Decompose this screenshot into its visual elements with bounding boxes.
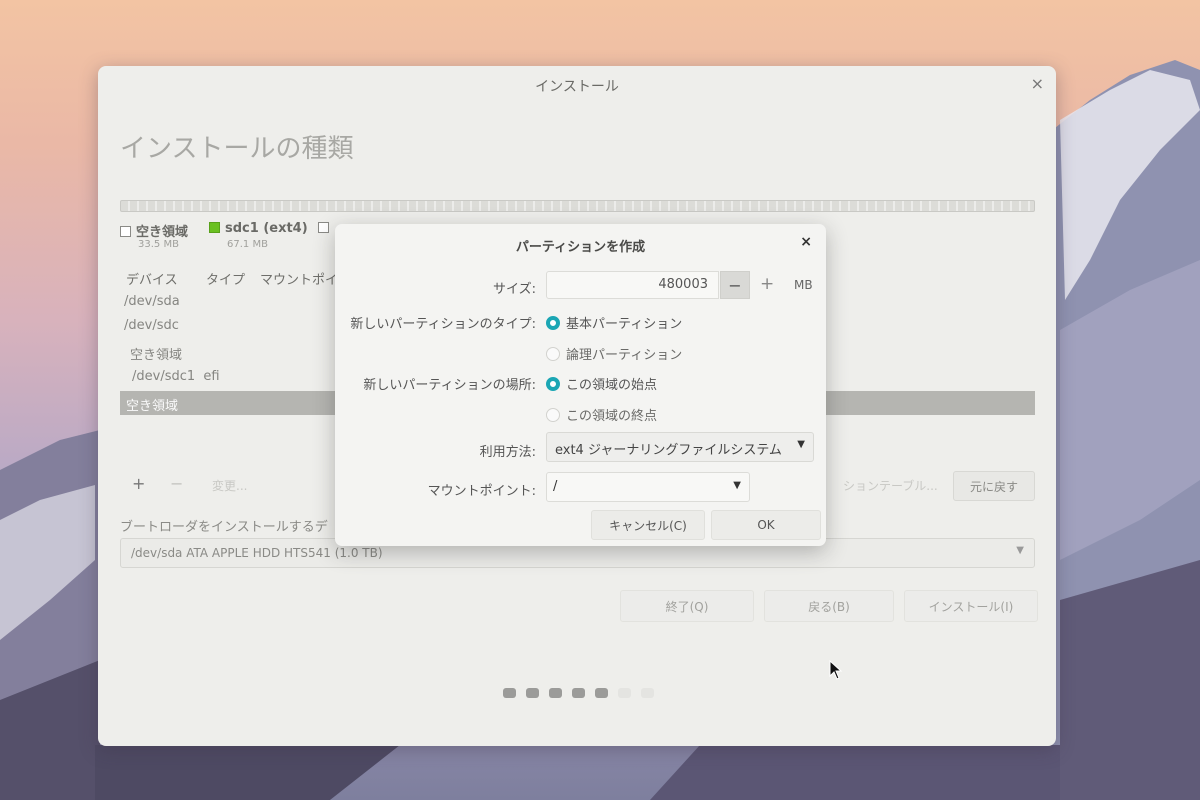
dialog-close-icon[interactable]: × [800,234,812,250]
legend-swatch-next [318,222,329,233]
partition-location-label: 新しいパーティションの場所: [363,378,536,393]
row-device: 空き領域 [126,399,179,414]
table-row-free[interactable]: 空き領域 [130,344,182,363]
radio-primary-partition[interactable]: 基本パーティション [546,313,682,332]
ok-button[interactable]: OK [711,510,821,540]
dialog-title: パーティションを作成 [515,240,646,255]
progress-dot [572,688,585,698]
use-as-select[interactable]: ext4 ジャーナリングファイルシステム ▼ [546,432,814,462]
revert-button[interactable]: 元に戻す [953,471,1035,501]
radio-unchecked-icon [546,347,560,361]
partition-type-label: 新しいパーティションのタイプ: [350,317,536,332]
install-button[interactable]: インストール(I) [904,590,1038,622]
mouse-pointer-icon [829,660,843,680]
progress-dot [595,688,608,698]
radio-unchecked-icon [546,408,560,422]
progress-dot [618,688,631,698]
radio-checked-icon [546,316,560,330]
legend-label: sdc1 (ext4) [225,221,308,236]
radio-label: 基本パーティション [566,317,683,332]
window-close-icon[interactable]: × [1031,74,1044,93]
add-partition-button[interactable]: + [132,474,145,493]
mount-point-input[interactable]: / ▼ [546,472,750,502]
row-device: /dev/sda [124,294,180,309]
bootloader-device-value: /dev/sda ATA APPLE HDD HTS541 (1.0 TB) [131,546,383,560]
legend-size: 67.1 MB [227,239,268,250]
table-row-sdc1[interactable]: /dev/sdc1 efi [132,369,220,384]
legend-label: 空き領域 [136,225,189,240]
legend-next [318,221,334,236]
progress-dot [526,688,539,698]
column-mount[interactable]: マウントポイ [260,269,338,288]
page-title: インストールの種類 [120,134,354,164]
size-input[interactable]: 480003 [546,271,719,299]
radio-logical-partition[interactable]: 論理パーティション [546,344,682,363]
size-unit: MB [794,278,813,292]
row-type: efi [203,369,220,384]
column-type[interactable]: タイプ [206,269,245,288]
legend-size: 33.5 MB [138,239,179,250]
create-partition-dialog: パーティションを作成 × サイズ: 480003 − + MB 新しいパーティシ… [335,224,826,546]
new-partition-table-button[interactable]: ションテーブル... [843,477,938,494]
radio-label: 論理パーティション [566,348,683,363]
legend-swatch-free [120,226,131,237]
bootloader-label: ブートローダをインストールするデ [120,520,328,535]
progress-dots [503,688,654,698]
size-increment-button[interactable]: + [760,274,774,294]
progress-dot [549,688,562,698]
window-title: インストール [535,79,619,95]
change-partition-button[interactable]: 変更... [212,477,247,494]
size-decrement-button[interactable]: − [720,271,750,299]
table-row-sda[interactable]: /dev/sda [124,294,180,309]
progress-dot [503,688,516,698]
remove-partition-button[interactable]: − [170,474,183,493]
mount-point-value: / [553,479,558,494]
row-device: /dev/sdc [124,318,179,333]
back-button[interactable]: 戻る(B) [764,590,894,622]
column-device[interactable]: デバイス [126,269,178,288]
mount-point-label: マウントポイント: [427,484,536,499]
cancel-button[interactable]: キャンセル(C) [591,510,705,540]
use-as-label: 利用方法: [479,445,536,460]
radio-label: この領域の終点 [566,409,658,424]
quit-button[interactable]: 終了(Q) [620,590,754,622]
progress-dot [641,688,654,698]
radio-location-end[interactable]: この領域の終点 [546,405,657,424]
chevron-down-icon: ▼ [1016,545,1024,556]
legend-swatch-sdc1 [209,222,220,233]
row-device: 空き領域 [130,348,183,363]
disk-usage-bar [120,200,1035,212]
chevron-down-icon: ▼ [797,439,805,450]
legend-free-space: 空き領域 33.5 MB [120,221,189,250]
radio-location-start[interactable]: この領域の始点 [546,374,657,393]
row-device: /dev/sdc1 [132,369,196,384]
legend-sdc1: sdc1 (ext4) 67.1 MB [209,221,308,250]
size-label: サイズ: [493,282,536,297]
table-row-sdc[interactable]: /dev/sdc [124,318,179,333]
chevron-down-icon[interactable]: ▼ [733,480,741,491]
radio-label: この領域の始点 [566,378,658,393]
use-as-value: ext4 ジャーナリングファイルシステム [555,443,782,458]
radio-checked-icon [546,377,560,391]
